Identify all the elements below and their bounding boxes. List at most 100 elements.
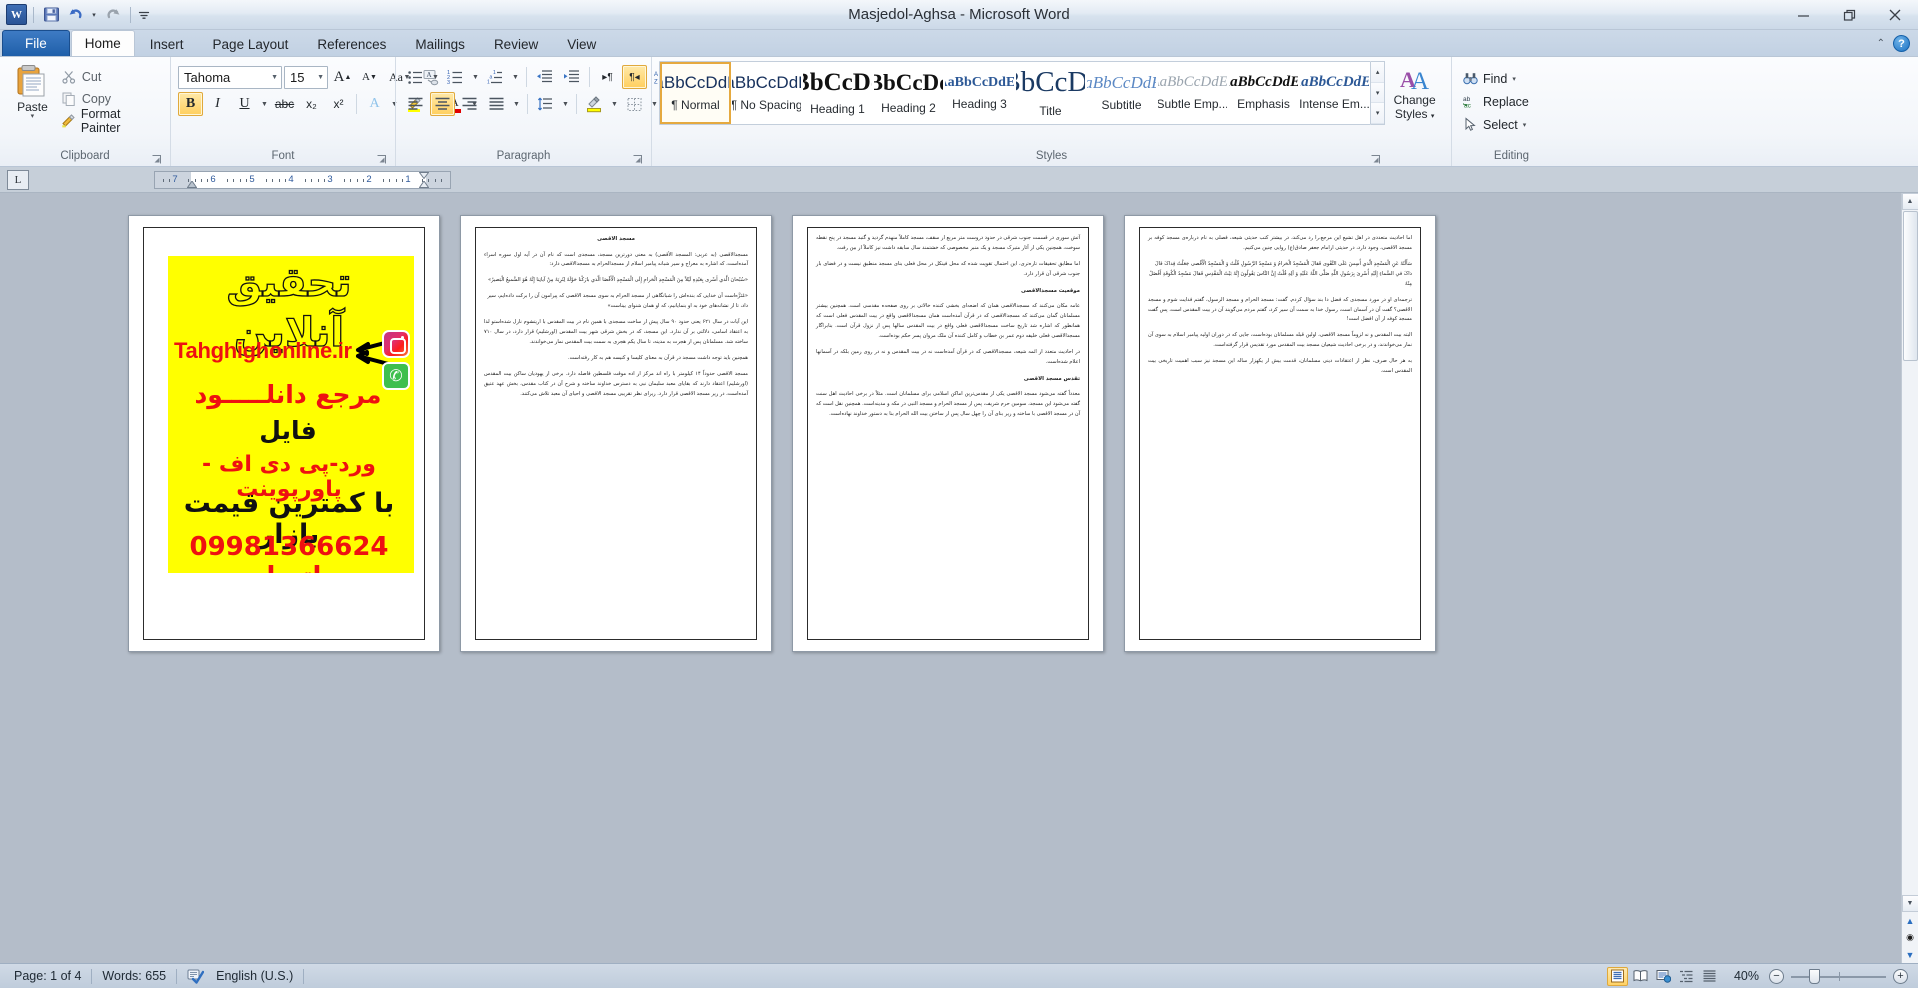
change-styles-arrow-icon[interactable]: ▾ [1431, 113, 1435, 120]
style-emphasis[interactable]: AaBbCcDdEe Emphasis [1228, 62, 1299, 124]
advertisement-image[interactable]: تحقیق آنلاین Tahghighonline.ir ✆ مرجع دا… [168, 256, 414, 573]
horizontal-ruler[interactable]: 7 6 5 4 3 2 1 [154, 171, 451, 189]
vertical-scroll-thumb[interactable] [1902, 211, 1918, 361]
scroll-down-button[interactable]: ▼ [1901, 895, 1918, 912]
style-title[interactable]: AaBbCcDdEe Title [1015, 62, 1086, 124]
tab-home[interactable]: Home [70, 30, 135, 56]
font-name-dropdown-icon[interactable]: ▼ [271, 74, 278, 81]
styles-gallery-scrollbar[interactable]: ▴ ▾ ▾ [1371, 61, 1386, 125]
italic-button[interactable]: I [205, 92, 230, 116]
line-spacing-button[interactable] [533, 92, 558, 116]
tab-page-layout[interactable]: Page Layout [199, 31, 303, 56]
change-styles-button[interactable]: AA Change Styles ▾ [1385, 61, 1444, 124]
help-icon[interactable]: ? [1893, 35, 1910, 52]
word-count[interactable]: Words: 655 [92, 966, 176, 987]
align-center-button[interactable] [430, 92, 455, 116]
vertical-scrollbar[interactable]: ▲ ▼ ▲ ◉ ▼ [1901, 193, 1918, 963]
tab-review[interactable]: Review [480, 31, 552, 56]
paste-dropdown-icon[interactable]: ▾ [31, 113, 35, 120]
hanging-indent-marker[interactable] [419, 181, 429, 188]
close-button[interactable] [1872, 2, 1918, 28]
select-dropdown-icon[interactable]: ▾ [1523, 121, 1527, 129]
page-1[interactable]: تحقیق آنلاین Tahghighonline.ir ✆ مرجع دا… [128, 215, 440, 652]
select-browse-object-button[interactable]: ◉ [1902, 929, 1918, 946]
tab-file[interactable]: File [2, 30, 70, 56]
paragraph-dialog-launcher-icon[interactable] [632, 154, 643, 165]
zoom-out-button[interactable]: − [1769, 968, 1784, 984]
shading-dropdown-icon[interactable]: ▼ [609, 92, 620, 116]
draft-view-button[interactable] [1699, 967, 1720, 986]
undo-dropdown-icon[interactable]: ▾ [88, 4, 100, 26]
cut-button[interactable]: Cut [58, 66, 163, 87]
outline-view-button[interactable] [1676, 967, 1697, 986]
underline-button[interactable]: U [232, 92, 257, 116]
page-4[interactable]: اما احادیث متعددی در اهل تشیع این مرجع،‌… [1124, 215, 1436, 652]
multilevel-list-button[interactable]: 1a1 [483, 65, 508, 89]
format-painter-button[interactable]: Format Painter [58, 107, 163, 135]
strikethrough-button[interactable]: abc [272, 92, 297, 116]
style-subtitle[interactable]: AaBbCcDdEe Subtitle [1086, 62, 1157, 124]
first-line-indent-marker[interactable] [419, 172, 429, 179]
style-subtle-emphasis[interactable]: AaBbCcDdEe Subtle Emp... [1157, 62, 1228, 124]
align-right-button[interactable] [457, 92, 482, 116]
superscript-button[interactable]: x² [326, 92, 351, 116]
zoom-slider-thumb[interactable] [1809, 968, 1820, 984]
tab-view[interactable]: View [553, 31, 610, 56]
minimize-ribbon-icon[interactable]: ⌃ [1877, 38, 1885, 49]
style-no-spacing[interactable]: AaBbCcDdEe ¶ No Spacing [731, 62, 802, 124]
paste-button[interactable]: Paste ▾ [7, 61, 58, 120]
font-size-dropdown-icon[interactable]: ▼ [317, 74, 324, 81]
language-indicator[interactable]: English (U.S.) [214, 966, 303, 987]
align-left-button[interactable] [403, 92, 428, 116]
word-logo-icon[interactable]: W [6, 4, 27, 25]
save-icon[interactable] [40, 4, 62, 26]
find-dropdown-icon[interactable]: ▾ [1512, 75, 1516, 83]
minimize-button[interactable] [1780, 2, 1826, 28]
line-spacing-dropdown-icon[interactable]: ▼ [560, 92, 571, 116]
decrease-indent-button[interactable] [532, 65, 557, 89]
select-button[interactable]: Select ▾ [1459, 114, 1534, 135]
left-to-right-text-button[interactable]: ▸¶ [595, 65, 620, 89]
restore-button[interactable] [1826, 2, 1872, 28]
proofing-status[interactable] [177, 966, 214, 987]
justify-dropdown-icon[interactable]: ▼ [511, 92, 522, 116]
left-indent-marker[interactable] [187, 181, 197, 188]
bullets-dropdown-icon[interactable]: ▼ [430, 65, 441, 89]
font-size-combo[interactable]: 15 ▼ [284, 65, 328, 89]
shrink-font-button[interactable]: A ▼ [357, 65, 382, 89]
print-layout-view-button[interactable] [1606, 966, 1628, 986]
page-2[interactable]: مسجد الاقصی مسجدالاقصی (به عربی: المسجد … [460, 215, 772, 652]
tab-insert[interactable]: Insert [136, 31, 198, 56]
multilevel-dropdown-icon[interactable]: ▼ [510, 65, 521, 89]
justify-button[interactable] [484, 92, 509, 116]
font-dialog-launcher-icon[interactable] [376, 154, 387, 165]
numbering-dropdown-icon[interactable]: ▼ [470, 65, 481, 89]
borders-button[interactable] [622, 92, 647, 116]
styles-more-icon[interactable]: ▾ [1371, 103, 1385, 125]
styles-dialog-launcher-icon[interactable] [1370, 154, 1381, 165]
styles-scroll-up-icon[interactable]: ▴ [1371, 62, 1385, 83]
previous-page-button[interactable]: ▲ [1902, 912, 1918, 929]
right-to-left-text-button[interactable]: ¶◂ [622, 65, 647, 89]
next-page-button[interactable]: ▼ [1902, 946, 1918, 963]
customize-qat-icon[interactable] [137, 4, 151, 26]
zoom-level[interactable]: 40% [1722, 969, 1767, 983]
underline-dropdown-icon[interactable]: ▼ [259, 92, 270, 116]
undo-icon[interactable] [64, 4, 86, 26]
tab-stop-selector[interactable]: L [7, 169, 29, 190]
bold-button[interactable]: B [178, 92, 203, 116]
tab-references[interactable]: References [303, 31, 400, 56]
zoom-slider[interactable] [1791, 968, 1886, 984]
bullets-button[interactable] [403, 65, 428, 89]
find-button[interactable]: Find ▾ [1459, 68, 1534, 89]
document-canvas[interactable]: تحقیق آنلاین Tahghighonline.ir ✆ مرجع دا… [0, 193, 1918, 963]
shading-button[interactable] [582, 92, 607, 116]
numbering-button[interactable]: 123 [443, 65, 468, 89]
subscript-button[interactable]: x₂ [299, 92, 324, 116]
zoom-in-button[interactable]: + [1893, 968, 1908, 984]
tab-mailings[interactable]: Mailings [401, 31, 479, 56]
font-name-combo[interactable]: Tahoma ▼ [178, 65, 282, 89]
style-heading-3[interactable]: AaBbCcDdEe Heading 3 [944, 62, 1015, 124]
page-3[interactable]: آتش سوزی در قسمت جنوب شرقی در حدود دروست… [792, 215, 1104, 652]
text-effects-button[interactable]: A [362, 92, 387, 116]
